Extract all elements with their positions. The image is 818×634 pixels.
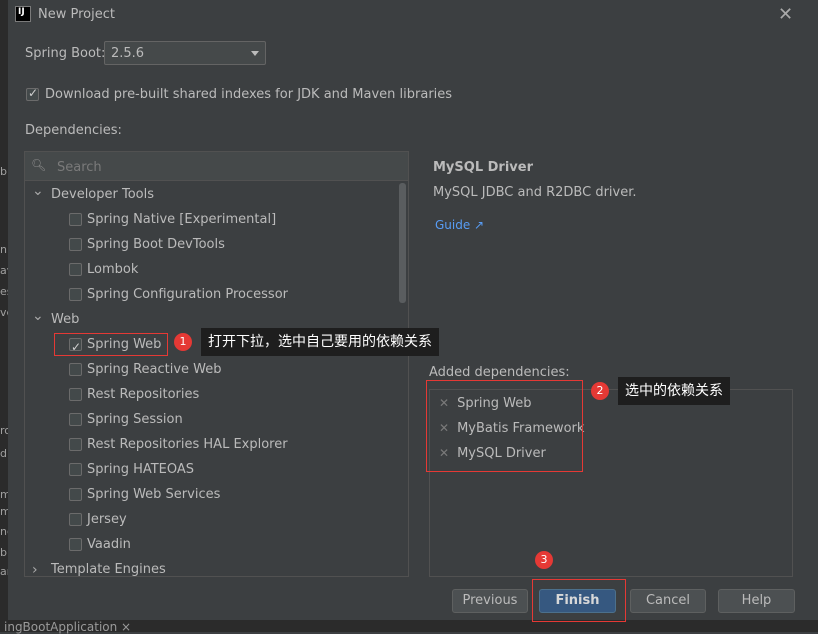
dependency-item[interactable]: Spring Reactive Web (69, 359, 369, 381)
ide-backdrop-fragment: av (0, 264, 8, 277)
annotation-badge-2: 2 (591, 382, 609, 400)
dependency-item[interactable]: Lombok (69, 259, 369, 281)
dependency-checkbox[interactable] (69, 213, 82, 226)
chevron-down-icon[interactable]: ⌄ (32, 305, 44, 327)
annotation-callout-2: 选中的依赖关系 (618, 377, 730, 405)
dependencies-label: Dependencies: (25, 123, 122, 138)
ide-backdrop-bottom: ingBootApplication × (0, 620, 818, 634)
dependency-item[interactable]: Spring Session (69, 409, 369, 431)
download-indexes-label: Download pre-built shared indexes for JD… (45, 87, 453, 102)
annotation-highlight-added (426, 380, 583, 472)
ide-backdrop-fragment: ve (0, 306, 8, 319)
annotation-callout-1: 打开下拉，选中自己要用的依赖关系 (201, 328, 439, 356)
chevron-down-icon (251, 51, 259, 56)
spring-boot-version-value: 2.5.6 (111, 46, 145, 61)
help-button-label: Help (741, 593, 772, 608)
tree-group-label: Template Engines (51, 562, 166, 577)
tree-group-label: Developer Tools (51, 187, 155, 202)
dependency-label: Rest Repositories HAL Explorer (87, 437, 288, 452)
dependency-search-input[interactable] (55, 157, 399, 177)
annotation-badge-1: 1 (174, 333, 192, 351)
added-dependencies-label: Added dependencies: (429, 365, 570, 380)
dependency-search-bar[interactable]: 🔍︎ (25, 152, 408, 181)
close-icon[interactable]: ✕ (778, 4, 793, 25)
previous-button-label: Previous (462, 593, 518, 608)
window-title: New Project (38, 7, 115, 22)
ide-backdrop-fragment: ar (0, 565, 8, 578)
dependency-checkbox[interactable] (69, 463, 82, 476)
tree-scrollbar[interactable] (399, 183, 406, 303)
ide-backdrop-fragment: n (0, 243, 7, 256)
cancel-button[interactable]: Cancel (630, 589, 706, 613)
dependency-checkbox[interactable] (69, 288, 82, 301)
dependency-checkbox[interactable] (69, 538, 82, 551)
annotation-badge-3: 3 (535, 551, 553, 569)
dependency-label: Lombok (87, 262, 139, 277)
ide-backdrop-fragment: b (0, 165, 7, 178)
spring-boot-label: Spring Boot: (25, 46, 106, 61)
dependency-label: Spring Reactive Web (87, 362, 222, 377)
dependency-checkbox[interactable] (69, 238, 82, 251)
dependency-checkbox[interactable] (69, 363, 82, 376)
spring-boot-version-select[interactable]: 2.5.6 (104, 41, 266, 65)
dependency-item[interactable]: Spring HATEOAS (69, 459, 369, 481)
dependency-checkbox[interactable] (69, 438, 82, 451)
dependency-item[interactable]: Vaadin (69, 534, 369, 556)
dependency-label: Spring Configuration Processor (87, 287, 288, 302)
intellij-logo-icon (15, 6, 31, 22)
dependency-label: Spring Boot DevTools (87, 237, 225, 252)
dependency-checkbox[interactable] (69, 513, 82, 526)
annotation-highlight-spring-web (54, 333, 168, 356)
dependency-item[interactable]: Rest Repositories HAL Explorer (69, 434, 369, 456)
dependency-label: Spring Web Services (87, 487, 221, 502)
dependency-label: Vaadin (87, 537, 131, 552)
dependency-item[interactable]: Spring Native [Experimental] (69, 209, 369, 231)
ide-backdrop-fragment: ro (0, 424, 8, 437)
dependency-detail-title: MySQL Driver (433, 160, 533, 175)
download-indexes-checkbox[interactable] (26, 86, 39, 101)
dependency-checkbox[interactable] (69, 263, 82, 276)
ide-backdrop-fragment: ng (0, 525, 8, 538)
finish-button[interactable]: Finish (539, 589, 616, 613)
dependency-item[interactable]: Jersey (69, 509, 369, 531)
previous-button[interactable]: Previous (452, 589, 528, 613)
ide-backdrop-fragment: es (0, 285, 8, 298)
dependency-checkbox[interactable] (69, 388, 82, 401)
chevron-right-icon[interactable]: › (32, 559, 38, 581)
finish-button-label: Finish (555, 593, 600, 608)
cancel-button-label: Cancel (645, 593, 691, 608)
dependency-label: Jersey (87, 512, 127, 527)
dependency-checkbox[interactable] (69, 413, 82, 426)
dependency-checkbox[interactable] (69, 488, 82, 501)
dependency-item[interactable]: Spring Configuration Processor (69, 284, 369, 306)
ide-backdrop-fragment: d (0, 447, 7, 460)
ide-backdrop-fragment: ml (0, 505, 8, 518)
dependency-label: Spring Native [Experimental] (87, 212, 277, 227)
dependency-label: Spring Session (87, 412, 183, 427)
ide-backdrop-fragment: b (0, 546, 7, 559)
guide-link[interactable]: Guide ↗ (435, 218, 484, 232)
chevron-down-icon[interactable]: ⌄ (32, 180, 44, 202)
dependency-detail-description: MySQL JDBC and R2DBC driver. (433, 185, 637, 200)
dependency-item[interactable]: Rest Repositories (69, 384, 369, 406)
help-button[interactable]: Help (718, 589, 795, 613)
search-icon: 🔍︎ (31, 158, 47, 172)
dependency-item[interactable]: Spring Boot DevTools (69, 234, 369, 256)
ide-backdrop-fragment: m (0, 488, 8, 501)
dependency-label: Rest Repositories (87, 387, 200, 402)
tree-group-label: Web (51, 312, 80, 327)
dependency-label: Spring HATEOAS (87, 462, 195, 477)
dependency-item[interactable]: Spring Web Services (69, 484, 369, 506)
